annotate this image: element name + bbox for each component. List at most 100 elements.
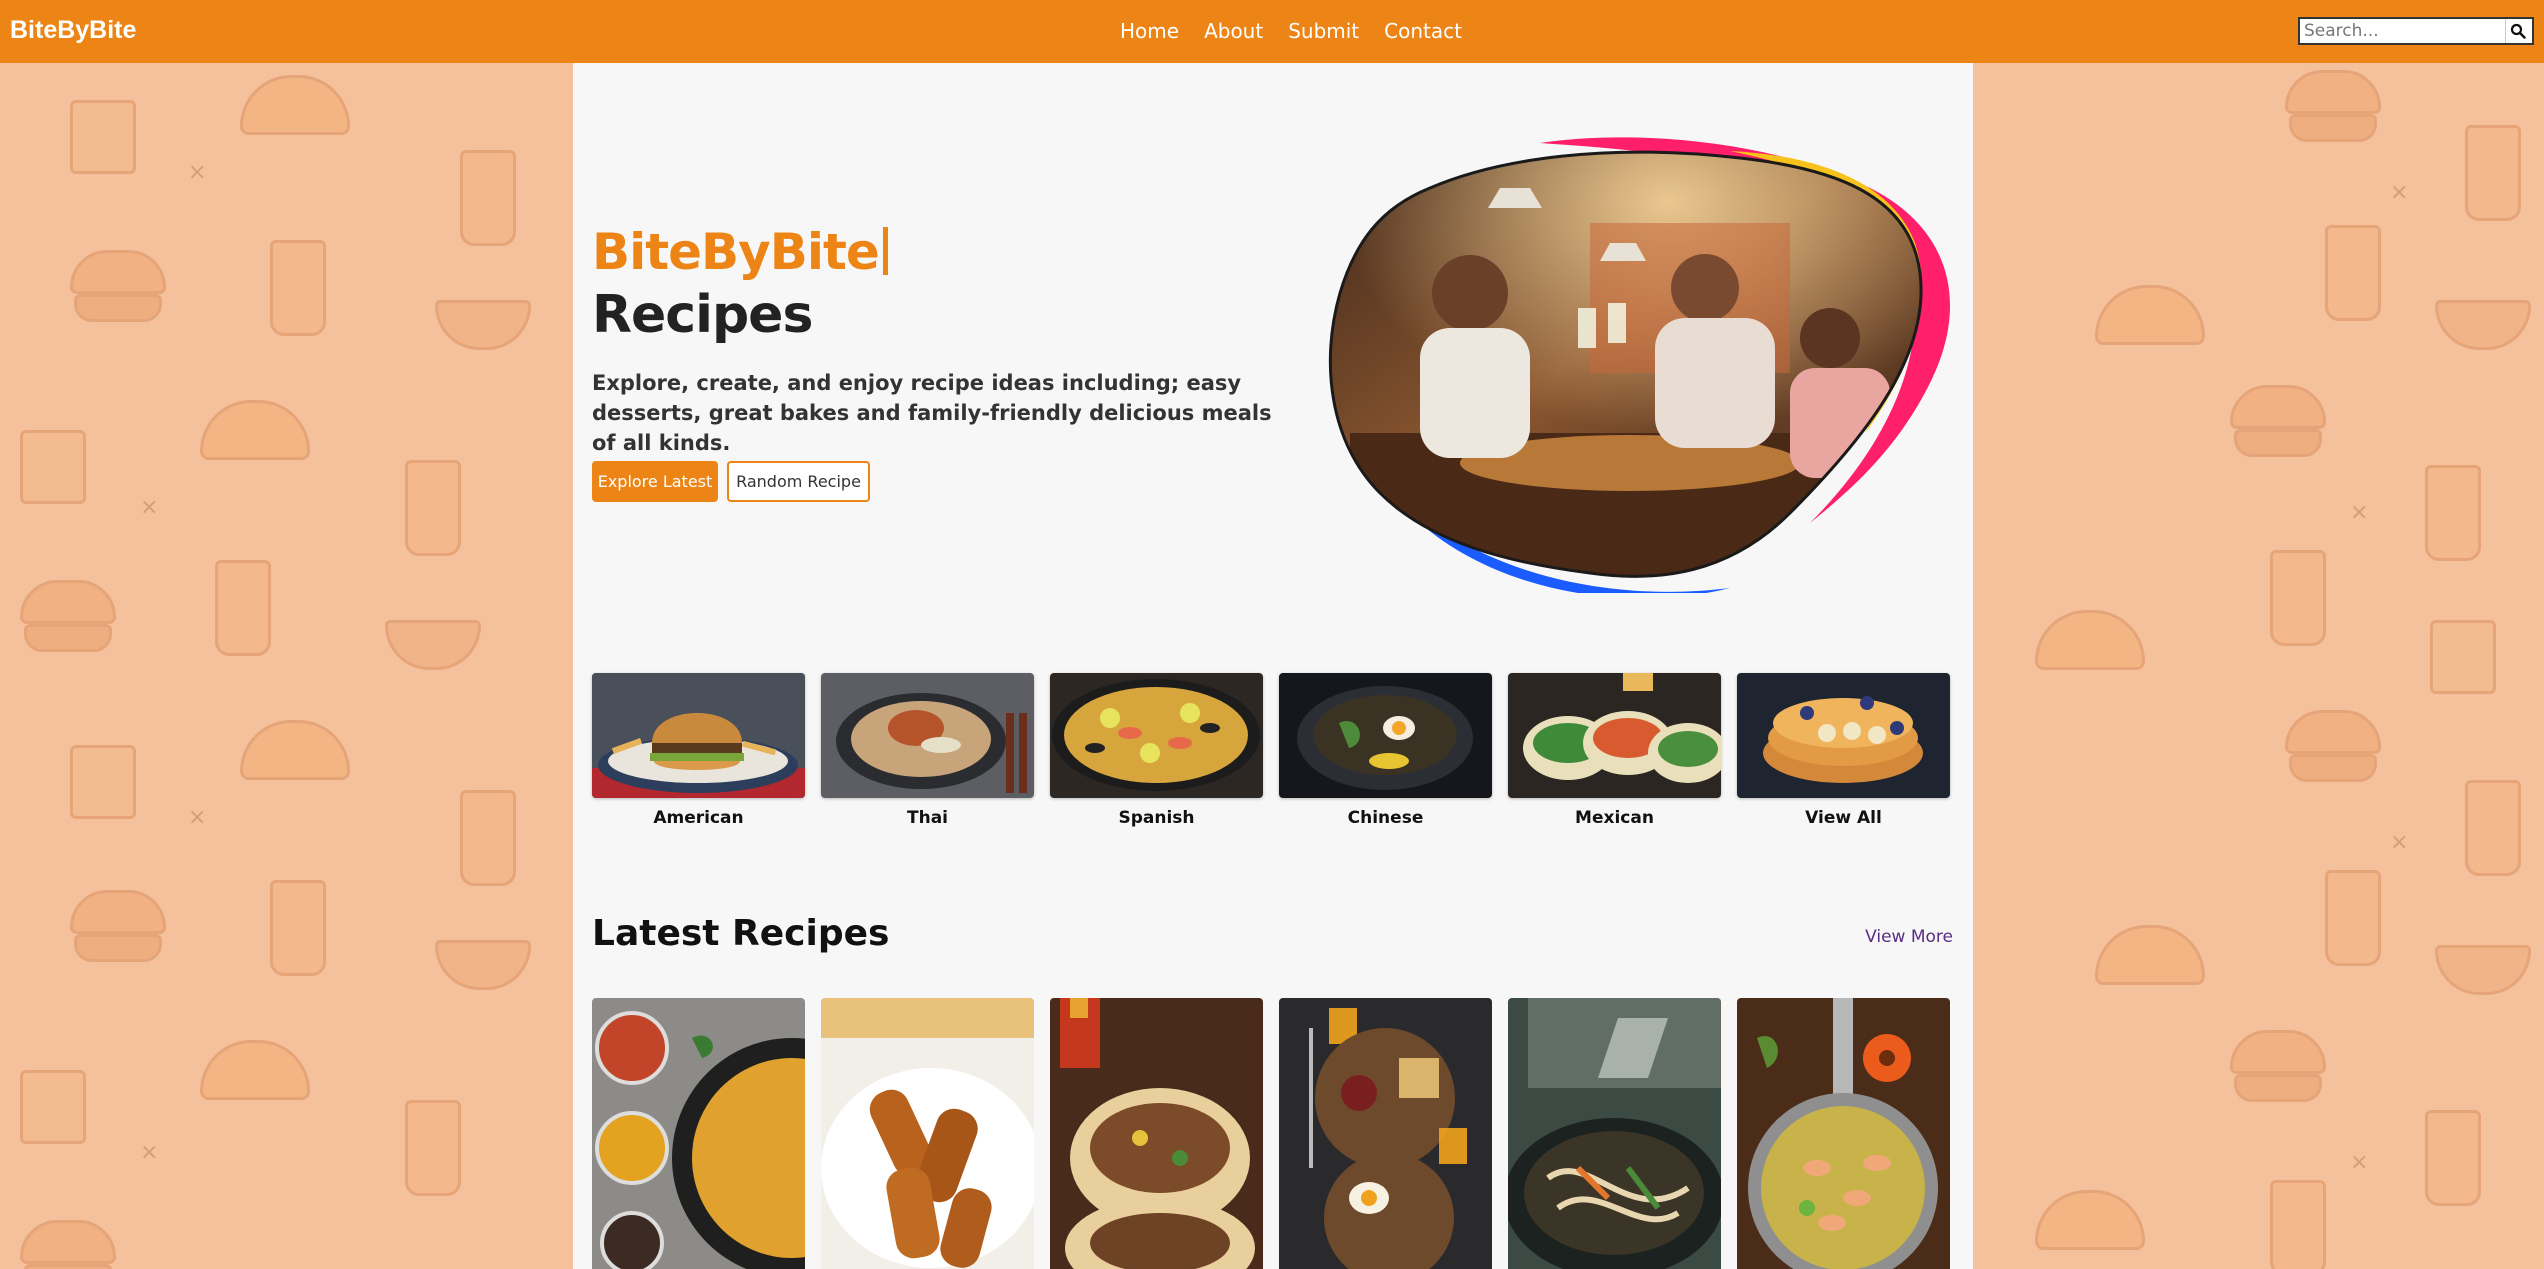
drink-cup-icon [2465, 780, 2521, 876]
taco-icon [2035, 610, 2145, 670]
drink-cup-icon [2465, 125, 2521, 221]
taco-icon [240, 720, 350, 780]
nav-link-contact[interactable]: Contact [1384, 19, 1462, 43]
paella-photo [1050, 673, 1263, 798]
drink-cup-icon [2270, 1180, 2326, 1269]
view-more-link[interactable]: View More [1865, 927, 1953, 947]
brand-logo[interactable]: BiteByBite [10, 16, 136, 45]
mug-icon [70, 100, 136, 174]
x-mark-icon: × [140, 495, 159, 520]
category-card-thai[interactable]: Thai [821, 673, 1034, 828]
fries-icon [2430, 620, 2496, 694]
category-image-spanish[interactable] [1050, 673, 1263, 798]
search-input[interactable] [2300, 20, 2505, 42]
drink-cup-icon [460, 150, 516, 246]
recipe-card[interactable] [1279, 998, 1492, 1269]
category-card-american[interactable]: American [592, 673, 805, 828]
hero-image [1328, 137, 1950, 593]
bowl-icon [385, 620, 481, 670]
category-image-american[interactable] [592, 673, 805, 798]
category-label[interactable]: Spanish [1050, 808, 1263, 828]
drink-cup-icon [2325, 870, 2381, 966]
croquettes-photo [821, 998, 1034, 1269]
category-label[interactable]: View All [1737, 808, 1950, 828]
shrimp-soup-photo [1737, 998, 1950, 1269]
recipe-card[interactable] [592, 998, 805, 1269]
tacos-photo [1508, 673, 1721, 798]
taco-icon [200, 400, 310, 460]
nav-link-about[interactable]: About [1204, 19, 1263, 43]
burger-icon [2285, 710, 2381, 782]
nav-link-home[interactable]: Home [1120, 19, 1179, 43]
category-label[interactable]: Mexican [1508, 808, 1721, 828]
x-mark-icon: × [2350, 500, 2369, 525]
burger-icon [20, 580, 116, 652]
search-box [2298, 17, 2534, 45]
search-icon [2510, 23, 2526, 39]
category-card-view-all[interactable]: View All [1737, 673, 1950, 828]
recipe-card[interactable] [821, 998, 1034, 1269]
taco-icon [2035, 1190, 2145, 1250]
hero-title-accent-text: BiteByBite [592, 223, 880, 281]
drink-cup-icon [405, 1100, 461, 1196]
drink-cup-icon [405, 460, 461, 556]
recipe-card[interactable] [1737, 998, 1950, 1269]
latest-recipes-title: Latest Recipes [592, 913, 890, 954]
drink-cup-icon [270, 880, 326, 976]
category-image-chinese[interactable] [1279, 673, 1492, 798]
taco-icon [240, 75, 350, 135]
burger-icon [20, 1220, 116, 1269]
drink-cup-icon [2270, 550, 2326, 646]
chinese-dish-photo [1279, 673, 1492, 798]
nav-link-submit[interactable]: Submit [1288, 19, 1359, 43]
main-content: BiteByBite Recipes Explore, create, and … [573, 63, 1973, 1269]
x-mark-icon: × [2390, 830, 2409, 855]
category-card-spanish[interactable]: Spanish [1050, 673, 1263, 828]
category-image-mexican[interactable] [1508, 673, 1721, 798]
nav-links: Home About Submit Contact [1120, 19, 1462, 43]
recipe-card[interactable] [1508, 998, 1721, 1269]
random-recipe-button[interactable]: Random Recipe [727, 461, 870, 502]
recipe-card[interactable] [1050, 998, 1263, 1269]
bowl-icon [435, 940, 531, 990]
category-image-thai[interactable] [821, 673, 1034, 798]
search-button[interactable] [2505, 19, 2529, 43]
x-mark-icon: × [140, 1140, 159, 1165]
drink-cup-icon [270, 240, 326, 336]
explore-latest-button[interactable]: Explore Latest [592, 461, 718, 502]
category-label[interactable]: Chinese [1279, 808, 1492, 828]
top-navbar: BiteByBite Home About Submit Contact [0, 0, 2544, 63]
drink-cup-icon [2425, 465, 2481, 561]
taco-icon [2095, 285, 2205, 345]
hero-title: Recipes [592, 285, 813, 345]
category-label[interactable]: Thai [821, 808, 1034, 828]
category-image-view-all[interactable] [1737, 673, 1950, 798]
mug-icon [70, 745, 136, 819]
category-card-chinese[interactable]: Chinese [1279, 673, 1492, 828]
pancakes-photo [1737, 673, 1950, 798]
noodles-photo [1508, 998, 1721, 1269]
burger-icon [2285, 70, 2381, 142]
bowl-icon [2435, 300, 2531, 350]
category-card-mexican[interactable]: Mexican [1508, 673, 1721, 828]
latest-recipes-list [592, 998, 1950, 1269]
bowl-icon [435, 300, 531, 350]
x-mark-icon: × [2350, 1150, 2369, 1175]
category-list: American Thai Spanish Chinese Mexican Vi… [592, 673, 1950, 828]
burrito-photo [1050, 998, 1263, 1269]
taco-icon [200, 1040, 310, 1100]
mug-icon [20, 430, 86, 504]
burger-icon [2230, 385, 2326, 457]
bowl-icon [2435, 945, 2531, 995]
breakfast-photo [1279, 998, 1492, 1269]
burger-icon [2230, 1030, 2326, 1102]
burger-photo [592, 673, 805, 798]
taco-icon [2095, 925, 2205, 985]
drink-cup-icon [460, 790, 516, 886]
burger-icon [70, 250, 166, 322]
category-label[interactable]: American [592, 808, 805, 828]
thai-dish-photo [821, 673, 1034, 798]
x-mark-icon: × [2390, 180, 2409, 205]
drink-cup-icon [2425, 1110, 2481, 1206]
burger-icon [70, 890, 166, 962]
